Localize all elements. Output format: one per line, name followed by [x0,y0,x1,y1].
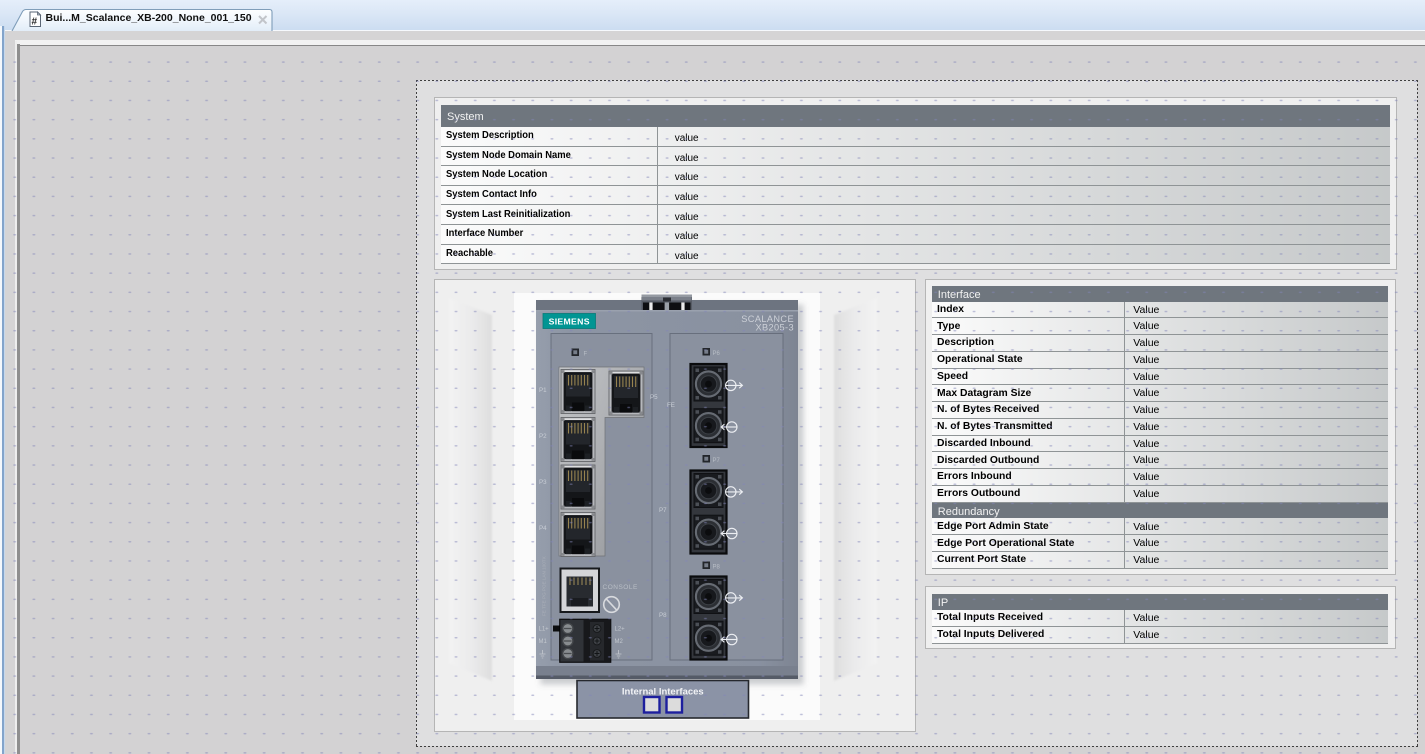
svg-text:#: # [32,17,38,28]
